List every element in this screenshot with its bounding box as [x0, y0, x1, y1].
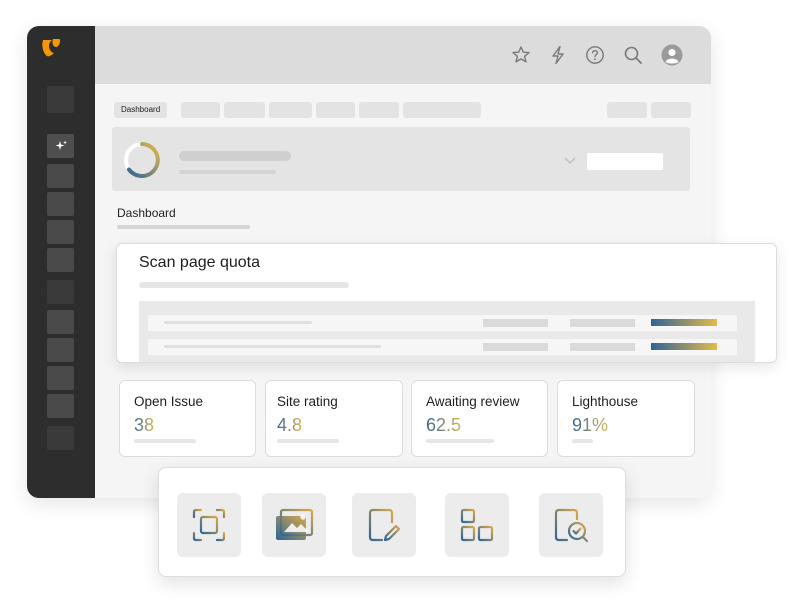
review-document-icon	[554, 508, 589, 543]
image-icon	[276, 508, 314, 540]
stat-label: Site rating	[277, 394, 338, 409]
stat-label: Lighthouse	[572, 394, 639, 409]
scan-tool-button[interactable]	[177, 493, 241, 557]
module-subtitle-placeholder	[179, 170, 276, 174]
lightning-icon[interactable]	[548, 45, 568, 65]
progress-ring-icon	[124, 142, 160, 178]
scan-table	[139, 301, 755, 362]
module-select-button[interactable]	[587, 153, 663, 170]
page-title: Dashboard	[117, 206, 176, 220]
stat-value: 38	[134, 415, 155, 435]
stat-card-lighthouse[interactable]: Lighthouse 91%	[557, 380, 695, 457]
page-title-underline	[117, 225, 250, 229]
scan-icon	[192, 508, 226, 542]
toolbar-button[interactable]	[651, 102, 691, 118]
scan-card-subtitle-placeholder	[139, 282, 349, 288]
stat-card-awaiting-review[interactable]: Awaiting review 62.5	[411, 380, 548, 457]
table-row[interactable]	[148, 339, 737, 355]
stat-value: 4.8	[277, 415, 303, 435]
add-widget-icon	[460, 508, 494, 542]
sidebar	[27, 26, 95, 498]
sparkle-icon	[55, 140, 67, 150]
sidebar-item-9[interactable]	[47, 366, 74, 390]
search-icon[interactable]	[623, 45, 643, 65]
help-icon[interactable]	[585, 45, 605, 65]
edit-document-icon	[368, 508, 401, 542]
toolbar-button[interactable]	[607, 102, 647, 118]
stat-progress	[426, 439, 494, 443]
stat-progress	[277, 439, 339, 443]
stat-card-site-rating[interactable]: Site rating 4.8	[265, 380, 403, 457]
breadcrumb-item[interactable]	[181, 102, 220, 118]
module-header	[112, 127, 690, 191]
stat-progress	[134, 439, 196, 443]
stat-card-open-issue[interactable]: Open Issue 38	[119, 380, 256, 457]
stat-progress	[572, 439, 593, 443]
sidebar-item-sparkle[interactable]	[47, 134, 74, 158]
sidebar-item-6[interactable]	[47, 280, 74, 304]
typo3-logo[interactable]	[40, 36, 62, 58]
sidebar-item-8[interactable]	[47, 338, 74, 362]
sidebar-item-4[interactable]	[47, 220, 74, 244]
scan-quota-card: Scan page quota	[116, 243, 777, 363]
quota-bar	[651, 319, 717, 326]
tool-palette	[158, 467, 626, 577]
review-document-tool-button[interactable]	[539, 493, 603, 557]
sidebar-item-11[interactable]	[47, 426, 74, 450]
stat-value: 91%	[572, 415, 609, 435]
stage: Dashboard Dashboard Scan page quota Open…	[0, 0, 789, 615]
stat-label: Open Issue	[134, 394, 204, 409]
table-row[interactable]	[148, 315, 737, 331]
sidebar-item-1[interactable]	[47, 86, 74, 113]
star-icon[interactable]	[511, 45, 531, 65]
breadcrumb-dashboard[interactable]: Dashboard	[114, 102, 168, 118]
sidebar-item-7[interactable]	[47, 310, 74, 334]
breadcrumb-item[interactable]	[359, 102, 399, 118]
quota-bar	[651, 343, 717, 350]
topbar	[95, 26, 711, 84]
add-widget-tool-button[interactable]	[445, 493, 509, 557]
image-tool-button[interactable]	[262, 493, 326, 557]
chevron-down-icon[interactable]	[564, 155, 576, 165]
sidebar-item-2[interactable]	[47, 164, 74, 188]
edit-document-tool-button[interactable]	[352, 493, 416, 557]
breadcrumb-item[interactable]	[403, 102, 481, 118]
stat-label: Awaiting review	[426, 394, 520, 409]
sidebar-item-3[interactable]	[47, 192, 74, 216]
sidebar-item-10[interactable]	[47, 394, 74, 418]
scan-card-title: Scan page quota	[139, 254, 260, 271]
breadcrumb-item[interactable]	[269, 102, 312, 118]
breadcrumb-item[interactable]	[224, 102, 265, 118]
user-icon[interactable]	[661, 44, 683, 66]
stat-value: 62.5	[426, 415, 462, 435]
sidebar-item-5[interactable]	[47, 248, 74, 272]
module-title-placeholder	[179, 151, 291, 161]
breadcrumb-item[interactable]	[316, 102, 355, 118]
